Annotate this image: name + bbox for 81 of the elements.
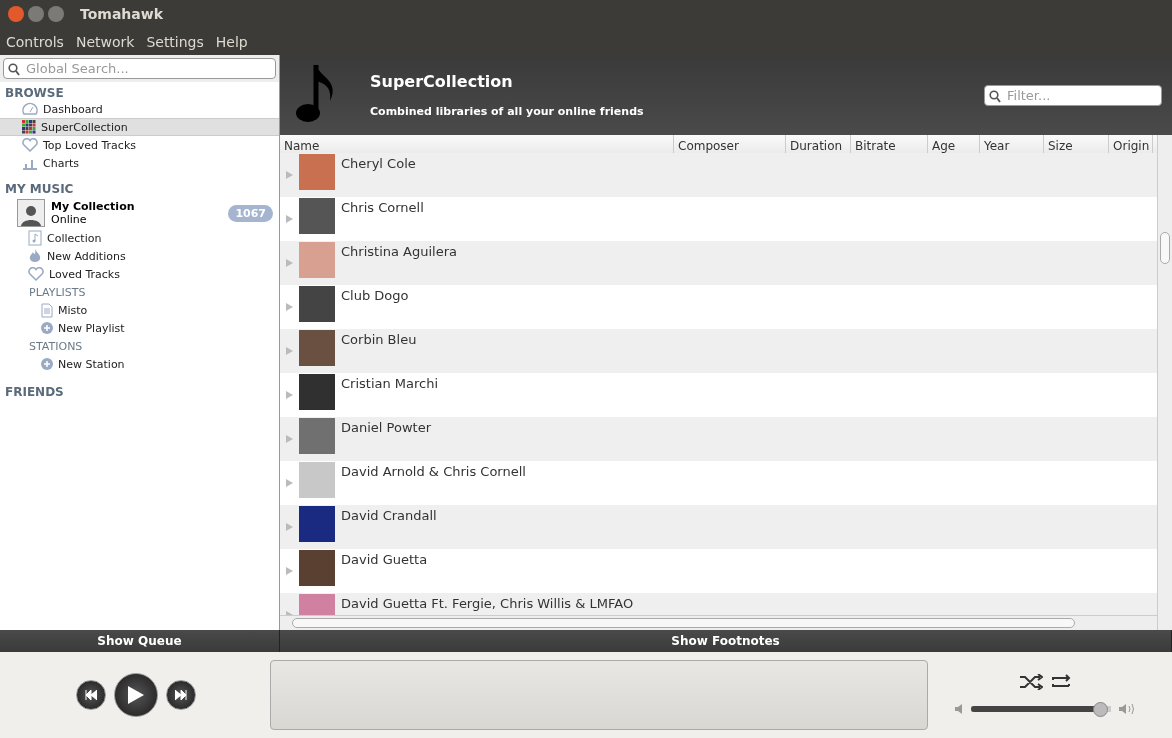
expand-arrow-icon[interactable] [286, 303, 293, 311]
repeat-icon[interactable] [1049, 673, 1073, 690]
plus-icon [41, 322, 53, 334]
expand-arrow-icon[interactable] [286, 215, 293, 223]
artist-name: Corbin Bleu [341, 332, 417, 347]
play-button[interactable] [114, 673, 158, 717]
window-title: Tomahawk [80, 6, 163, 22]
expand-arrow-icon[interactable] [286, 259, 293, 267]
search-icon [8, 63, 20, 76]
sidebar-item[interactable]: Loved Tracks [0, 265, 279, 283]
artist-name: Daniel Powter [341, 420, 431, 435]
heart-icon [22, 138, 38, 152]
table-row[interactable]: Chris Cornell [280, 197, 1157, 241]
artist-name: David Guetta [341, 552, 428, 567]
next-button[interactable] [166, 680, 196, 710]
artist-name: Cheryl Cole [341, 156, 416, 171]
sidebar-item[interactable]: SuperCollection [0, 118, 279, 136]
sidebar-item[interactable]: Charts [0, 154, 279, 172]
search-icon [989, 89, 1001, 103]
table-row[interactable]: Cristian Marchi [280, 373, 1157, 417]
volume-high-icon [1119, 703, 1137, 715]
sidebar-item[interactable]: New Station [0, 355, 279, 373]
music-note-icon [28, 230, 42, 246]
expand-arrow-icon[interactable] [286, 391, 293, 399]
maximize-button[interactable] [48, 6, 64, 22]
next-icon [175, 690, 187, 700]
expand-arrow-icon[interactable] [286, 347, 293, 355]
sidebar-item[interactable]: New Additions [0, 247, 279, 265]
artist-name: Christina Aguilera [341, 244, 457, 259]
play-icon [128, 686, 144, 704]
page-title: SuperCollection [370, 72, 514, 91]
sidebar-item[interactable]: Top Loved Tracks [0, 136, 279, 154]
search-field[interactable]: Global Search... [3, 58, 276, 79]
table-row[interactable]: David Arnold & Chris Cornell [280, 461, 1157, 505]
section-heading: MY MUSIC [4, 181, 75, 196]
expand-arrow-icon[interactable] [286, 479, 293, 487]
expand-arrow-icon[interactable] [286, 435, 293, 443]
scrollbar-thumb[interactable] [292, 618, 1075, 628]
section-heading: FRIENDS [4, 384, 65, 399]
collection-name: My Collection [51, 200, 135, 213]
expand-arrow-icon[interactable] [286, 567, 293, 575]
subsection-heading: PLAYLISTS [28, 284, 87, 301]
heart-icon [28, 267, 44, 281]
menu-item[interactable]: Network [75, 33, 135, 50]
artist-name: Club Dogo [341, 288, 409, 303]
count-badge: 1067 [228, 204, 273, 222]
sidebar-item[interactable]: Collection [0, 229, 279, 247]
page-subtitle: Combined libraries of all your online friends [370, 105, 644, 118]
grid-icon [22, 120, 36, 134]
menu-item[interactable]: Settings [146, 33, 204, 50]
sidebar-item[interactable]: Misto [0, 301, 279, 319]
menu-item[interactable]: Help [215, 33, 248, 50]
previous-button[interactable] [76, 680, 106, 710]
close-button[interactable] [8, 6, 24, 22]
plus-icon [41, 358, 53, 370]
gauge-icon [22, 102, 38, 116]
section-heading: BROWSE [4, 85, 65, 100]
collection-status: Online [51, 213, 88, 226]
volume-low-icon [955, 704, 963, 714]
sidebar-item[interactable]: New Playlist [0, 319, 279, 337]
table-row[interactable]: Club Dogo [280, 285, 1157, 329]
artist-name: Cristian Marchi [341, 376, 439, 391]
filter-field[interactable]: Filter... [984, 84, 1162, 106]
artist-name: Chris Cornell [341, 200, 424, 215]
scrollbar-thumb[interactable] [1160, 232, 1170, 264]
artist-name: David Arnold & Chris Cornell [341, 464, 526, 479]
menu-item[interactable]: Controls [6, 33, 64, 50]
artist-name: David Guetta Ft. Fergie, Chris Willis & LMFAO [341, 596, 634, 611]
document-icon [41, 302, 53, 318]
slider-thumb[interactable] [1092, 701, 1108, 717]
subsection-heading: STATIONS [28, 338, 84, 355]
expand-arrow-icon[interactable] [286, 523, 293, 531]
artist-name: David Crandall [341, 508, 437, 523]
expand-arrow-icon[interactable] [286, 171, 293, 179]
avatar-icon [17, 199, 45, 227]
previous-icon [85, 690, 97, 700]
flame-icon [28, 248, 42, 264]
minimize-button[interactable] [28, 6, 44, 22]
shuffle-icon[interactable] [1019, 673, 1043, 690]
sidebar-item[interactable]: Dashboard [0, 100, 279, 118]
table-row[interactable]: David Guetta [280, 549, 1157, 593]
